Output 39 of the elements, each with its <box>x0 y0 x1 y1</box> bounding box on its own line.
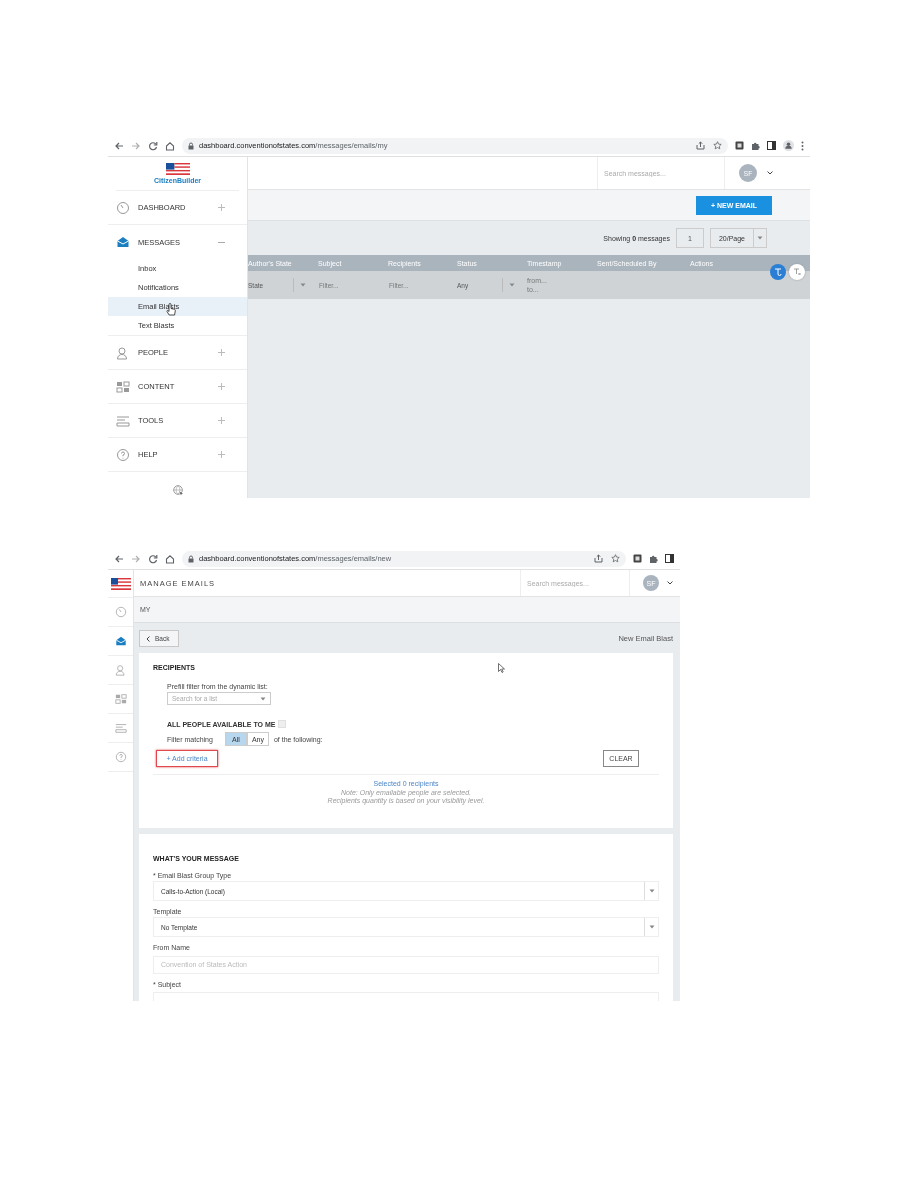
more-menu-icon[interactable] <box>801 140 804 151</box>
envelope-icon[interactable] <box>114 635 127 647</box>
lock-icon <box>188 554 194 563</box>
reload-icon[interactable] <box>148 553 158 564</box>
globe-icon <box>172 485 183 496</box>
lock-icon <box>188 141 194 150</box>
caret-icon <box>300 283 306 287</box>
side-panel-icon[interactable] <box>767 141 776 150</box>
chevron-down-icon[interactable] <box>767 171 773 175</box>
clear-filter-icon <box>793 268 801 276</box>
star-icon[interactable] <box>713 141 722 150</box>
home-icon[interactable] <box>165 553 175 564</box>
back-arrow-icon[interactable] <box>114 140 124 151</box>
share-icon[interactable] <box>696 141 705 150</box>
caret-icon <box>509 283 515 287</box>
puzzle-icon[interactable] <box>649 554 658 563</box>
caret-icon <box>648 889 655 893</box>
grid-icon[interactable] <box>114 693 127 705</box>
reload-icon[interactable] <box>148 140 158 151</box>
back-arrow-icon[interactable] <box>114 553 124 564</box>
caret-icon <box>260 696 266 701</box>
caret-icon <box>757 236 763 240</box>
profile-icon[interactable] <box>783 140 794 151</box>
chevron-down-icon[interactable] <box>667 581 673 585</box>
caret-icon <box>648 925 655 929</box>
checkbox[interactable] <box>277 720 286 728</box>
flag-icon <box>110 577 131 590</box>
sliders-icon[interactable] <box>114 722 127 734</box>
extension-icon[interactable] <box>735 141 744 150</box>
extension-icon[interactable] <box>633 554 642 563</box>
filter-icon <box>774 268 782 276</box>
side-panel-icon[interactable] <box>665 554 674 563</box>
home-icon[interactable] <box>165 140 175 151</box>
share-icon[interactable] <box>594 554 603 563</box>
puzzle-icon[interactable] <box>751 141 760 150</box>
star-icon[interactable] <box>611 554 620 563</box>
arrow-cursor-icon <box>498 663 505 673</box>
flag-icon <box>165 163 190 175</box>
chevron-left-icon <box>146 635 150 642</box>
